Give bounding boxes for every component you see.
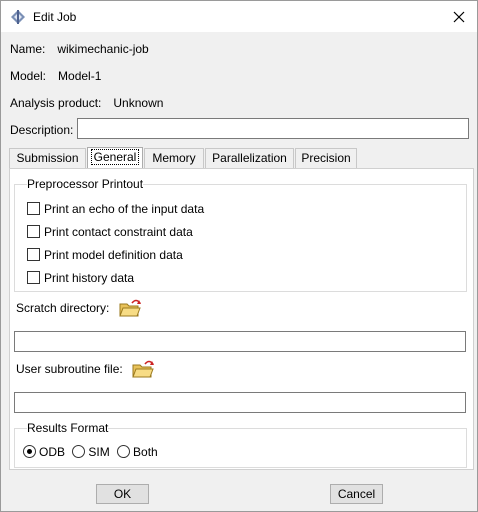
tab-memory[interactable]: Memory [144,148,204,168]
app-icon [11,10,25,24]
radio-odb-circle[interactable] [23,445,36,458]
description-label: Description: [10,123,74,137]
folder-open-icon[interactable] [118,297,142,319]
results-format-title: Results Format [27,421,109,435]
user-subroutine-input[interactable] [14,392,466,413]
results-format-group: Results Format ODB SIM Both [14,421,467,468]
analysis-product-row: Analysis product: Unknown [10,96,163,110]
tab-submission[interactable]: Submission [9,148,86,168]
model-definition-checkbox[interactable] [27,248,40,261]
analysis-product-label: Analysis product: [10,96,102,110]
cancel-button[interactable]: Cancel [330,484,383,504]
model-value: Model-1 [58,69,102,83]
close-icon[interactable] [447,5,471,29]
folder-open-icon[interactable] [131,358,155,380]
general-tab-panel: Preprocessor Printout Print an echo of t… [9,168,474,470]
scratch-directory-label: Scratch directory: [16,301,110,315]
model-row: Model: Model-1 [10,69,101,83]
radio-sim[interactable]: SIM [72,445,110,459]
contact-constraint-option[interactable]: Print contact constraint data [27,225,193,241]
name-value: wikimechanic-job [57,42,149,56]
user-subroutine-label: User subroutine file: [16,362,123,376]
history-data-option[interactable]: Print history data [27,271,134,287]
history-data-checkbox[interactable] [27,271,40,284]
results-format-options: ODB SIM Both [23,445,158,459]
name-label: Name: [10,42,46,56]
contact-constraint-checkbox[interactable] [27,225,40,238]
preprocessor-printout-title: Preprocessor Printout [27,177,144,191]
analysis-product-value: Unknown [113,96,164,110]
preprocessor-printout-group: Preprocessor Printout Print an echo of t… [14,177,467,292]
radio-odb[interactable]: ODB [23,445,65,459]
ok-button[interactable]: OK [96,484,149,504]
scratch-directory-input[interactable] [14,331,466,352]
echo-input-checkbox[interactable] [27,202,40,215]
description-input[interactable] [77,118,469,139]
model-definition-option[interactable]: Print model definition data [27,248,183,264]
radio-both-circle[interactable] [117,445,131,458]
radio-both[interactable]: Both [117,445,158,459]
name-row: Name: wikimechanic-job [10,42,149,56]
window-title: Edit Job [33,10,77,24]
tab-precision[interactable]: Precision [295,148,357,168]
echo-input-option[interactable]: Print an echo of the input data [27,202,204,218]
model-label: Model: [10,69,47,83]
edit-job-dialog: Edit Job Name: wikimechanic-job Model: Mod… [0,0,478,512]
tab-general[interactable]: General [87,147,143,169]
tab-parallelization[interactable]: Parallelization [205,148,294,168]
title-bar: Edit Job [1,1,477,32]
radio-sim-circle[interactable] [72,445,86,458]
